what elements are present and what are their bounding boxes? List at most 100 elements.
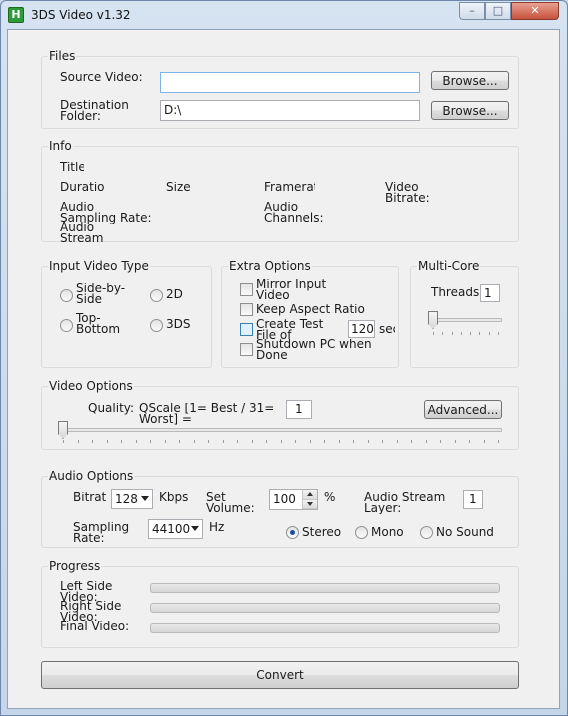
stereo-radio[interactable]	[286, 526, 299, 539]
test-file-checkbox[interactable]	[240, 323, 253, 336]
slider-tick	[433, 332, 434, 335]
source-browse-button[interactable]: Browse...	[431, 71, 509, 90]
quality-slider-ticks	[63, 440, 499, 444]
no-sound-radio[interactable]	[420, 526, 433, 539]
slider-tick	[281, 440, 282, 443]
audio-stream-layer-label: Audio Stream Layer:	[364, 492, 446, 514]
slider-tick	[498, 440, 499, 443]
slider-tick	[107, 440, 108, 443]
multicore-group-label: Multi-Core	[417, 259, 481, 273]
info-video-bitrate-label: Video Bitrate:	[385, 182, 429, 204]
slider-tick	[266, 440, 267, 443]
slider-tick	[489, 332, 490, 335]
audio-bitrate-value: 128	[115, 492, 138, 506]
mirror-video-label[interactable]: Mirror Input Video	[256, 279, 328, 301]
spin-down-icon[interactable]	[303, 499, 317, 509]
slider-tick	[339, 440, 340, 443]
slider-tick	[208, 440, 209, 443]
threads-slider-ticks	[433, 332, 499, 336]
no-sound-label[interactable]: No Sound	[436, 527, 500, 539]
final-video-progress-bar	[150, 623, 500, 633]
convert-button[interactable]: Convert	[41, 661, 519, 689]
audio-options-group-label: Audio Options	[48, 469, 135, 483]
main-panel: Files Source Video: Browse... Destinatio…	[7, 29, 560, 709]
destination-folder-label: Destination Folder:	[60, 100, 129, 123]
top-bottom-radio[interactable]	[60, 319, 73, 332]
2d-radio[interactable]	[150, 289, 163, 302]
keep-aspect-checkbox[interactable]	[240, 303, 253, 316]
slider-tick	[452, 332, 453, 335]
files-group-label: Files	[48, 49, 77, 63]
left-video-progress-bar	[150, 583, 500, 593]
shutdown-label[interactable]: Shutdown PC when Done	[256, 339, 376, 361]
side-by-side-label[interactable]: Side-by-Side	[76, 283, 140, 305]
info-duration-label: Duration	[60, 182, 104, 194]
quality-label: Quality:	[88, 403, 134, 415]
threads-label: Threads:	[431, 287, 481, 299]
spin-up-icon[interactable]	[303, 490, 317, 500]
info-title-label: Title	[60, 162, 84, 174]
sampling-rate-select[interactable]: 44100	[148, 519, 203, 539]
multicore-group	[410, 266, 519, 368]
side-by-side-radio[interactable]	[60, 289, 73, 302]
keep-aspect-label[interactable]: Keep Aspect Ratio	[256, 304, 366, 316]
advanced-button[interactable]: Advanced...	[424, 400, 502, 419]
minimize-button[interactable]: –	[459, 2, 485, 20]
source-video-input[interactable]	[160, 72, 420, 93]
slider-tick	[484, 440, 485, 443]
qscale-input[interactable]: 1	[286, 400, 312, 419]
slider-tick	[194, 440, 195, 443]
hz-label: Hz	[209, 522, 225, 534]
audio-bitrate-select[interactable]: 128	[111, 489, 153, 509]
info-audio-stream-label: Audio Stream Layer:	[60, 222, 104, 244]
3ds-label[interactable]: 3DS	[166, 319, 194, 331]
3ds-radio[interactable]	[150, 319, 163, 332]
slider-tick	[470, 332, 471, 335]
top-bottom-label[interactable]: Top-Bottom	[76, 313, 136, 335]
slider-tick	[92, 440, 93, 443]
slider-tick	[368, 440, 369, 443]
video-options-group-label: Video Options	[48, 379, 134, 393]
right-video-progress-bar	[150, 603, 500, 613]
shutdown-checkbox[interactable]	[240, 343, 253, 356]
threads-input[interactable]: 1	[480, 284, 500, 302]
close-button[interactable]: ✕	[511, 2, 559, 20]
mirror-video-checkbox[interactable]	[240, 283, 253, 296]
test-seconds-unit: sec	[379, 324, 395, 336]
test-seconds-input[interactable]: 120	[348, 320, 375, 338]
maximize-button[interactable]: □	[485, 2, 511, 20]
2d-label[interactable]: 2D	[166, 289, 190, 301]
slider-tick	[252, 440, 253, 443]
right-video-progress-label: Right Side Video:	[60, 601, 122, 623]
final-video-progress-label: Final Video:	[60, 621, 130, 633]
test-file-label[interactable]: Create Test File of	[256, 319, 328, 341]
source-video-label: Source Video:	[60, 72, 143, 84]
slider-tick	[382, 440, 383, 443]
slider-tick	[295, 440, 296, 443]
audio-bitrate-label: Bitrate:	[73, 492, 107, 504]
slider-tick	[165, 440, 166, 443]
kbps-label: Kbps	[159, 492, 189, 504]
destination-browse-button[interactable]: Browse...	[431, 101, 509, 120]
mono-radio[interactable]	[355, 526, 368, 539]
quality-slider-track	[60, 428, 502, 432]
sampling-rate-value: 44100	[152, 522, 191, 536]
destination-folder-input[interactable]: D:\	[160, 100, 420, 121]
slider-tick	[324, 440, 325, 443]
info-audio-channels-label: Audio Channels:	[264, 202, 324, 224]
mono-label[interactable]: Mono	[371, 527, 411, 539]
slider-tick	[78, 440, 79, 443]
left-video-progress-label: Left Side Video:	[60, 581, 113, 603]
stereo-label[interactable]: Stereo	[302, 527, 346, 539]
qscale-label: QScale [1= Best / 31= Worst] =	[139, 403, 275, 425]
title-bar[interactable]: H 3DS Video v1.32 – □ ✕	[1, 1, 567, 29]
volume-spinbox[interactable]: 100	[269, 489, 318, 510]
slider-tick	[461, 332, 462, 335]
app-icon: H	[8, 7, 24, 23]
set-volume-label: Set Volume:	[206, 492, 255, 514]
percent-label: %	[324, 492, 336, 504]
audio-stream-layer-input[interactable]: 1	[463, 490, 483, 509]
info-size-label: Size	[166, 182, 190, 194]
slider-tick	[442, 332, 443, 335]
slider-tick	[397, 440, 398, 443]
